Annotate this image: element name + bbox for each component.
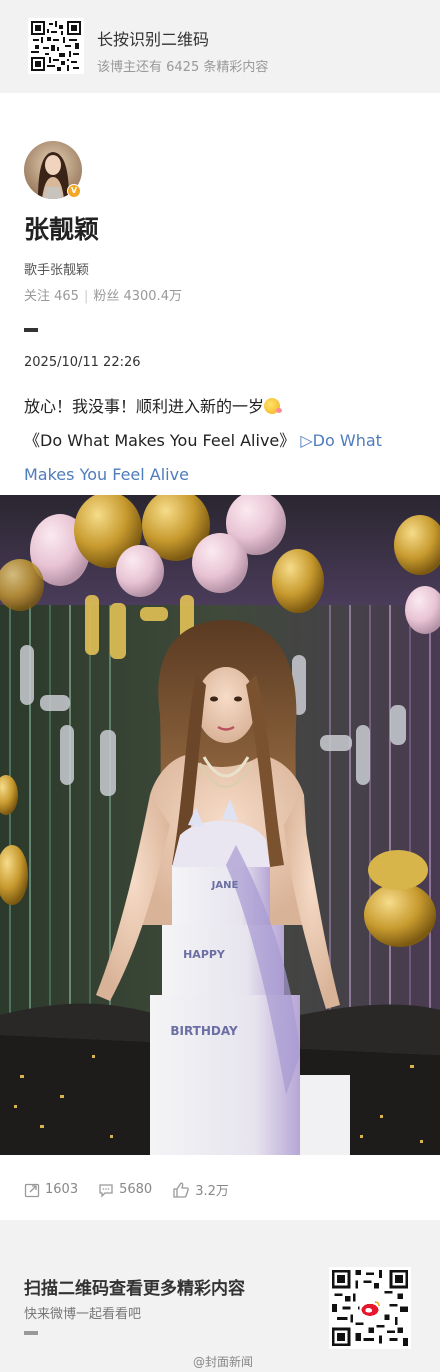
section-divider [24, 328, 38, 332]
smiling-face-emoji-icon [264, 398, 283, 414]
comment-count: 5680 [119, 1182, 153, 1197]
verified-badge-icon: V [67, 184, 81, 198]
like-count: 3.2万 [195, 1184, 229, 1199]
profile-name[interactable]: 张靓颖 [24, 210, 99, 246]
svg-text:HAPPY: HAPPY [183, 948, 226, 961]
post-date: 2025/10/11 22:26 [24, 355, 141, 370]
top-bar: 长按识别二维码 该博主还有 6425 条精彩内容 [0, 0, 440, 93]
post-photo[interactable]: JANE HAPPY BIRTHDAY [0, 495, 440, 1155]
profile-bio: 歌手张靓颖 [24, 263, 90, 278]
repost-count: 1603 [45, 1182, 79, 1197]
weibo-qr-code-icon[interactable] [329, 1267, 411, 1349]
qr-code-icon[interactable] [28, 18, 84, 74]
post-line1: 放心！我没事！顺利进入新的一岁 [24, 397, 265, 416]
stats-divider: | [83, 289, 89, 304]
like-button[interactable]: 3.2万 [172, 1180, 229, 1199]
post-actions: 1603 5680 3.2万 [24, 1180, 249, 1199]
comment-button[interactable]: 5680 [98, 1182, 152, 1198]
post-text: 放心！我没事！顺利进入新的一岁 《Do What Makes You Feel … [24, 390, 414, 492]
header-subtitle: 该博主还有 6425 条精彩内容 [97, 60, 269, 75]
profile-stats: 关注 465 | 粉丝 4300.4万 [24, 285, 182, 304]
source-watermark: @封面新闻 [193, 1355, 254, 1369]
footer-divider [24, 1331, 38, 1335]
thumbs-up-icon [173, 1181, 190, 1198]
footer-title: 扫描二维码查看更多精彩内容 [24, 1279, 245, 1299]
footer-subtitle: 快来微博一起看看吧 [24, 1307, 142, 1322]
header-title: 长按识别二维码 [97, 30, 210, 49]
song-title: 《Do What Makes You Feel Alive》 [24, 431, 296, 450]
following-count[interactable]: 关注 465 [24, 289, 79, 304]
repost-icon [24, 1183, 40, 1197]
repost-button[interactable]: 1603 [24, 1182, 78, 1198]
followers-count[interactable]: 粉丝 4300.4万 [93, 289, 182, 304]
comment-icon [99, 1183, 113, 1198]
play-icon: ▷ [300, 431, 313, 450]
footer: 扫描二维码查看更多精彩内容 快来微博一起看看吧 @封面新闻 [0, 1220, 440, 1372]
post-card: V 张靓颖 歌手张靓颖 关注 465 | 粉丝 4300.4万 2025/10/11… [0, 93, 440, 1220]
svg-text:JANE: JANE [211, 880, 239, 891]
svg-text:BIRTHDAY: BIRTHDAY [170, 1024, 238, 1038]
